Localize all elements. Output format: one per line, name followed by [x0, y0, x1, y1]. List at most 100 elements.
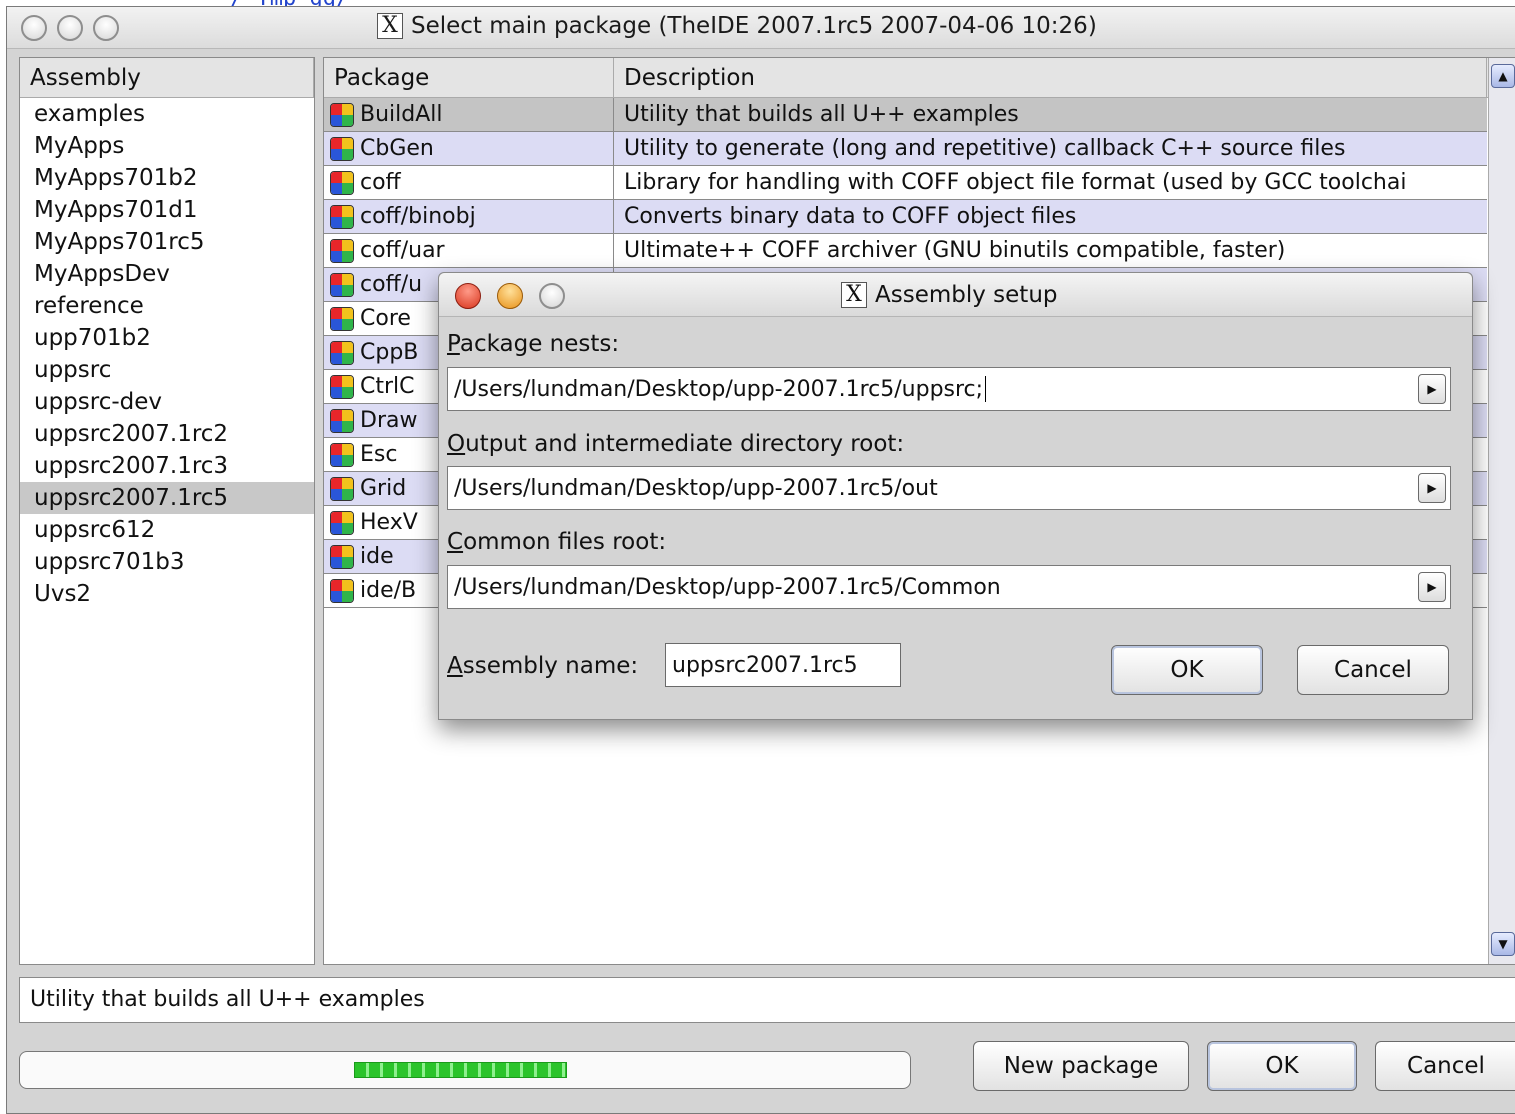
package-name: CbGen — [360, 136, 434, 161]
assembly-item[interactable]: uppsrc612 — [20, 514, 314, 546]
package-name-cell: coff — [324, 166, 614, 199]
package-name: Grid — [360, 476, 407, 501]
package-icon — [330, 408, 354, 433]
dialog-zoom-button[interactable] — [539, 283, 565, 309]
package-icon — [330, 306, 354, 331]
new-package-button[interactable]: New package — [973, 1041, 1189, 1091]
assembly-list[interactable]: Assembly examples MyApps MyApps701b2 MyApps… — [19, 57, 315, 965]
output-root-label: Output and intermediate directory root: — [447, 431, 905, 457]
package-icon — [330, 374, 354, 399]
package-row[interactable]: coff Library for handling with COFF objec… — [324, 166, 1487, 200]
package-icon — [330, 102, 354, 127]
package-description: Library for handling with COFF object fi… — [624, 170, 1407, 195]
package-icon — [330, 272, 354, 297]
package-name: HexV — [360, 510, 418, 535]
assembly-name-label: Assembly name: — [447, 653, 639, 679]
package-icon — [330, 170, 354, 195]
package-icon — [330, 578, 354, 603]
assembly-name-input[interactable]: uppsrc2007.1rc5 — [665, 643, 901, 687]
assembly-item[interactable]: reference — [20, 290, 314, 322]
dialog-titlebar[interactable]: X Assembly setup — [439, 273, 1472, 317]
assembly-item[interactable]: MyApps — [20, 130, 314, 162]
assembly-setup-dialog: X Assembly setup Package nests: /Users/l… — [438, 272, 1473, 720]
scroll-up-arrow-icon[interactable]: ▲ — [1491, 64, 1515, 88]
common-root-expand-arrow-icon[interactable]: ▶ — [1418, 572, 1446, 602]
package-icon — [330, 544, 354, 569]
output-root-expand-arrow-icon[interactable]: ▶ — [1418, 473, 1446, 503]
package-info-line: Utility that builds all U++ examples — [19, 977, 1515, 1023]
dialog-cancel-button[interactable]: Cancel — [1297, 645, 1449, 695]
package-column-header[interactable]: Package — [324, 58, 614, 97]
close-window-button[interactable] — [21, 15, 47, 41]
package-row[interactable]: CbGen Utility to generate (long and repet… — [324, 132, 1487, 166]
common-root-label: Common files root: — [447, 529, 667, 555]
assembly-item[interactable]: upp701b2 — [20, 322, 314, 354]
window-title: Select main package (TheIDE 2007.1rc5 20… — [411, 13, 1097, 39]
assembly-item[interactable]: Uvs2 — [20, 578, 314, 610]
assembly-item[interactable]: examples — [20, 98, 314, 130]
package-description: Converts binary data to COFF object file… — [624, 204, 1077, 229]
assembly-item[interactable]: MyApps701rc5 — [20, 226, 314, 258]
zoom-window-button[interactable] — [93, 15, 119, 41]
assembly-item[interactable]: MyAppsDev — [20, 258, 314, 290]
package-name: CppB — [360, 340, 419, 365]
package-nests-input[interactable]: /Users/lundman/Desktop/upp-2007.1rc5/upp… — [447, 367, 1451, 411]
package-row[interactable]: coff/uar Ultimate++ COFF archiver (GNU bi… — [324, 234, 1487, 268]
assembly-item[interactable]: uppsrc2007.1rc2 — [20, 418, 314, 450]
package-icon — [330, 340, 354, 365]
description-column-header[interactable]: Description — [614, 58, 1487, 97]
assembly-item[interactable]: uppsrc701b3 — [20, 546, 314, 578]
package-name-cell: coff/uar — [324, 234, 614, 267]
x11-icon: X — [377, 13, 403, 39]
window-titlebar[interactable]: X Select main package (TheIDE 2007.1rc5 … — [7, 7, 1515, 49]
package-name: coff/u — [360, 272, 423, 297]
progress-fill — [354, 1062, 567, 1078]
package-nests-label: Package nests: — [447, 331, 620, 357]
cancel-button[interactable]: Cancel — [1375, 1041, 1515, 1091]
scroll-down-arrow-icon[interactable]: ▼ — [1491, 932, 1515, 956]
package-description: Utility to generate (long and repetitive… — [624, 136, 1346, 161]
assembly-item[interactable]: MyApps701b2 — [20, 162, 314, 194]
package-name: coff/uar — [360, 238, 445, 263]
package-name: ide/B — [360, 578, 417, 603]
dialog-minimize-button[interactable] — [497, 283, 523, 309]
package-description: Utility that builds all U++ examples — [624, 102, 1019, 127]
package-name: Draw — [360, 408, 418, 433]
package-row[interactable]: coff/binobj Converts binary data to COFF … — [324, 200, 1487, 234]
package-icon — [330, 510, 354, 535]
assembly-item[interactable]: MyApps701d1 — [20, 194, 314, 226]
minimize-window-button[interactable] — [57, 15, 83, 41]
package-icon — [330, 136, 354, 161]
package-row[interactable]: BuildAll Utility that builds all U++ exam… — [324, 98, 1487, 132]
package-description: Ultimate++ COFF archiver (GNU binutils c… — [624, 238, 1286, 263]
progress-bar — [19, 1051, 911, 1089]
package-name: ide — [360, 544, 394, 569]
output-root-input[interactable]: /Users/lundman/Desktop/upp-2007.1rc5/out… — [447, 466, 1451, 510]
package-name: Core — [360, 306, 411, 331]
package-name-cell: BuildAll — [324, 98, 614, 131]
text-cursor — [985, 376, 987, 402]
package-scrollbar[interactable]: ▲ ▼ — [1488, 58, 1515, 964]
dialog-ok-button[interactable]: OK — [1111, 645, 1263, 695]
package-name: coff/binobj — [360, 204, 476, 229]
assembly-item[interactable]: uppsrc — [20, 354, 314, 386]
package-name: Esc — [360, 442, 398, 467]
package-nests-expand-arrow-icon[interactable]: ▶ — [1418, 374, 1446, 404]
package-name-cell: coff/binobj — [324, 200, 614, 233]
package-name: CtrlC — [360, 374, 415, 399]
package-name-cell: CbGen — [324, 132, 614, 165]
package-icon — [330, 476, 354, 501]
ok-button[interactable]: OK — [1207, 1041, 1357, 1091]
assembly-item[interactable]: uppsrc2007.1rc5 — [20, 482, 314, 514]
dialog-close-button[interactable] — [455, 283, 481, 309]
assembly-column-header[interactable]: Assembly — [20, 58, 314, 98]
dialog-title: Assembly setup — [875, 282, 1058, 308]
package-name: BuildAll — [360, 102, 443, 127]
assembly-item[interactable]: uppsrc2007.1rc3 — [20, 450, 314, 482]
package-name: coff — [360, 170, 401, 195]
x11-icon: X — [841, 282, 867, 308]
package-icon — [330, 238, 354, 263]
assembly-item[interactable]: uppsrc-dev — [20, 386, 314, 418]
common-root-input[interactable]: /Users/lundman/Desktop/upp-2007.1rc5/Com… — [447, 565, 1451, 609]
package-icon — [330, 442, 354, 467]
